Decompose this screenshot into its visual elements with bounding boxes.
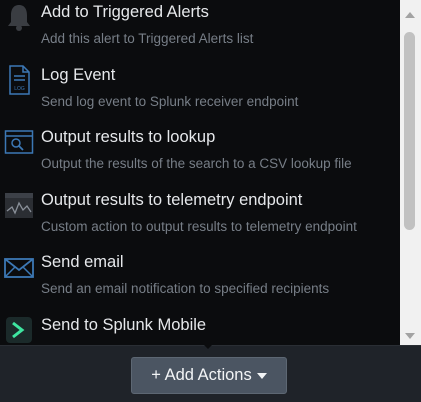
action-title: Send to Splunk Mobile (41, 315, 207, 334)
action-output-results-to-telemetry-endpoint[interactable]: Output results to telemetry endpoint Cus… (0, 182, 400, 245)
actions-list: Add to Triggered Alerts Add this alert t… (0, 0, 400, 345)
scrollbar-thumb[interactable] (404, 32, 415, 230)
action-add-to-triggered-alerts[interactable]: Add to Triggered Alerts Add this alert t… (0, 0, 400, 57)
action-title: Add to Triggered Alerts (41, 3, 209, 21)
menu-pointer-caret (198, 339, 218, 349)
caret-down-icon (256, 372, 267, 379)
action-title: Output results to lookup (41, 128, 216, 146)
alert-actions-menu: Add to Triggered Alerts Add this alert t… (0, 0, 421, 346)
menu-scrollbar[interactable] (400, 0, 421, 345)
splunk-mobile-icon (4, 315, 34, 345)
bell-icon (4, 2, 34, 32)
action-description: Add this alert to Triggered Alerts list (41, 31, 254, 46)
action-log-event[interactable]: LOG Log Event Send log event to Splunk r… (0, 57, 400, 120)
scroll-up-arrow-icon[interactable] (405, 12, 415, 18)
action-description: Custom action to output results to telem… (41, 218, 357, 234)
scroll-down-arrow-icon[interactable] (405, 333, 415, 339)
action-output-results-to-lookup[interactable]: Output results to lookup Output the resu… (0, 119, 400, 182)
action-title: Log Event (41, 65, 116, 84)
action-title: Send email (41, 253, 124, 271)
envelope-icon (4, 252, 34, 282)
log-icon-text: LOG (14, 86, 25, 92)
lookup-search-icon (4, 127, 34, 157)
telemetry-chart-icon (4, 190, 34, 220)
action-title: Output results to telemetry endpoint (41, 190, 303, 209)
action-send-email[interactable]: Send email Send an email notification to… (0, 244, 400, 307)
add-actions-label: + Add Actions (151, 366, 252, 384)
action-description: Send log event to Splunk receiver endpoi… (41, 93, 299, 109)
action-description: Output the results of the search to a CS… (41, 156, 352, 171)
add-actions-button[interactable]: + Add Actions (131, 357, 287, 394)
log-file-icon: LOG (4, 64, 34, 95)
action-description: Send an email notification to specified … (41, 281, 330, 296)
